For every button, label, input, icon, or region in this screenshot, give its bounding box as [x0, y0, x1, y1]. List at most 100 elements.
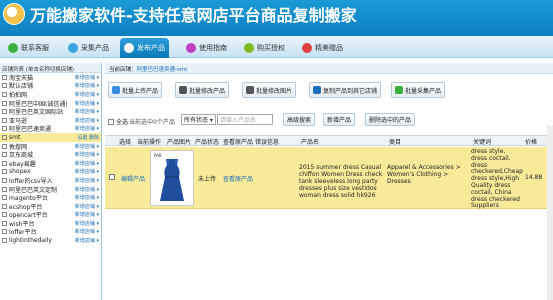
store-actions[interactable]: 新增店铺 ▾ [75, 151, 99, 158]
vertical-scrollbar[interactable] [547, 125, 553, 300]
store-actions[interactable]: 新增店铺 ▾ [75, 194, 99, 201]
copy-to-store-button[interactable]: 复制产品到其它店铺 [309, 82, 382, 98]
tab-collect-products[interactable]: 采集产品 [64, 38, 113, 57]
batch-edit-images-button[interactable]: 批量修改图片 [242, 82, 297, 98]
store-actions[interactable]: 新增店铺 ▾ [75, 220, 99, 227]
view-original-link[interactable]: 查看原产品 [223, 174, 253, 183]
select-all-checkbox[interactable] [108, 118, 114, 125]
store-name: ebay易趣 [9, 160, 36, 168]
store-actions[interactable]: 新增店铺 ▾ [75, 108, 99, 115]
store-item[interactable]: 阿里巴巴英文定制 新增店铺 ▾ [0, 185, 101, 194]
store-actions[interactable]: 新增店铺 ▾ [75, 82, 99, 89]
store-checkbox[interactable] [2, 117, 7, 123]
store-checkbox[interactable] [2, 91, 7, 97]
selected-count: 当前选中0个产品 [129, 119, 175, 126]
store-item[interactable]: loffer平台 新增店铺 ▾ [0, 228, 101, 236]
store-actions[interactable]: 新增店铺 ▾ [75, 237, 99, 244]
store-checkbox[interactable] [2, 109, 7, 115]
store-actions[interactable]: 新增店铺 ▾ [75, 177, 99, 184]
store-checkbox[interactable] [2, 186, 7, 192]
store-item[interactable]: wish平台 新增店铺 ▾ [0, 219, 101, 228]
store-item[interactable]: 亚马逊 新增店铺 ▾ [0, 116, 101, 125]
store-item[interactable]: 阿里巴巴中国(诚信通) 新增店铺 ▾ [0, 99, 101, 108]
store-actions[interactable]: 新增店铺 ▾ [75, 211, 99, 218]
product-name: 2015 summer dress Casual chiffon Women D… [299, 164, 383, 199]
store-checkbox[interactable] [2, 212, 7, 218]
store-checkbox[interactable] [2, 220, 7, 226]
store-checkbox[interactable] [2, 100, 7, 106]
store-checkbox[interactable] [2, 74, 7, 80]
store-item[interactable]: smt 设置 删除 [0, 133, 101, 142]
col-operation: 当前操作 [137, 139, 162, 146]
store-item[interactable]: 默认店铺 新增店铺 ▾ [0, 82, 101, 90]
buy-icon [244, 42, 254, 53]
store-checkbox[interactable] [2, 203, 7, 209]
store-actions[interactable]: 新增店铺 ▾ [75, 186, 99, 193]
tab-buy-license[interactable]: 购买授权 [240, 38, 289, 57]
batch-edit-products-button[interactable]: 批量修改产品 [175, 82, 230, 98]
store-item[interactable]: magento平台 新增店铺 ▾ [0, 193, 101, 202]
store-checkbox[interactable] [2, 134, 7, 140]
product-search-input[interactable]: 请输入产品名 [217, 114, 273, 125]
store-checkbox[interactable] [2, 177, 7, 183]
store-checkbox[interactable] [2, 229, 7, 235]
store-item[interactable]: loffer的csv导入 新增店铺 ▾ [0, 176, 101, 185]
tab-user-guide[interactable]: 使用指南 [182, 38, 231, 57]
store-item[interactable]: 京东商城 新增店铺 ▾ [0, 150, 101, 159]
store-name: shopex [9, 168, 31, 176]
sidebar-header: 店铺列表 (单击名称切换店铺) [0, 63, 101, 73]
store-checkbox[interactable] [2, 126, 7, 132]
status-select[interactable]: 所有状态 ▾ [181, 114, 216, 125]
store-checkbox[interactable] [2, 83, 7, 89]
table-row[interactable]: 编辑产品 PAB 未上传 查看原产品 2015 summer dress Cas… [105, 147, 553, 209]
store-item[interactable]: ebay易趣 新增店铺 ▾ [0, 159, 101, 168]
store-actions[interactable]: 新增店铺 ▾ [75, 168, 99, 175]
row-checkbox[interactable] [109, 174, 115, 180]
product-category: Apparel & Accessories > Women's Clothing… [387, 164, 461, 185]
store-actions[interactable]: 新增店铺 ▾ [75, 228, 99, 235]
publish-icon [124, 43, 134, 53]
store-actions[interactable]: 设置 删除 [77, 134, 99, 141]
store-item[interactable]: 淘宝天猫 新增店铺 ▾ [0, 73, 101, 82]
edit-product-link[interactable]: 编辑产品 [121, 174, 145, 183]
new-product-button[interactable]: 新增产品 [323, 113, 356, 126]
col-keywords: 关键词 [473, 139, 492, 146]
tab-gifts[interactable]: 精美赠品 [298, 38, 347, 57]
store-checkbox[interactable] [2, 169, 7, 175]
store-item[interactable]: 阿里巴巴速卖通 新增店铺 ▾ [0, 125, 101, 134]
store-actions[interactable]: 新增店铺 ▾ [75, 203, 99, 210]
store-item[interactable]: lightinthedaily 新增店铺 ▾ [0, 236, 101, 245]
store-actions[interactable]: 新增店铺 ▾ [75, 160, 99, 167]
product-keywords: dress style, dress coctail, dress checke… [471, 148, 523, 210]
table-header: 选择 当前操作 产品图片 产品状态 查看原产品 错误信息 产品名 类目 关键词 … [105, 135, 553, 146]
store-item[interactable]: 阿里巴巴英文国际站 新增店铺 ▾ [0, 107, 101, 116]
store-actions[interactable]: 新增店铺 ▾ [75, 74, 99, 81]
store-name: 阿里巴巴速卖通 [9, 126, 52, 134]
store-actions[interactable]: 新增店铺 ▾ [75, 100, 99, 107]
svg-text:PAB: PAB [154, 153, 162, 158]
store-checkbox[interactable] [2, 152, 7, 158]
store-name: smt [9, 133, 21, 141]
batch-upload-button[interactable]: 批量上传产品 [108, 82, 163, 98]
delete-selected-button[interactable]: 删除选中的产品 [365, 113, 416, 126]
select-all[interactable]: 全选 [108, 117, 128, 126]
advanced-search-button[interactable]: 高级搜索 [283, 113, 316, 126]
store-item[interactable]: 敦煌网 新增店铺 ▾ [0, 142, 101, 151]
tab-contact-service[interactable]: 联系客服 [4, 38, 53, 57]
store-item[interactable]: opencart平台 新增店铺 ▾ [0, 211, 101, 219]
store-actions[interactable]: 新增店铺 ▾ [75, 125, 99, 132]
tab-publish-products[interactable]: 发布产品 [120, 38, 169, 58]
col-view-original: 查看原产品 [223, 139, 254, 146]
store-checkbox[interactable] [2, 143, 7, 149]
store-actions[interactable]: 新增店铺 ▾ [75, 91, 99, 98]
store-actions[interactable]: 新增店铺 ▾ [75, 143, 99, 150]
store-actions[interactable]: 新增店铺 ▾ [75, 117, 99, 124]
store-checkbox[interactable] [2, 195, 7, 201]
store-checkbox[interactable] [2, 238, 7, 244]
store-list: 淘宝天猫 新增店铺 ▾ 默认店铺 新增店铺 ▾ 拍拍网 新增店铺 ▾ 阿里巴巴中国(诚信通)… [0, 73, 101, 245]
store-item[interactable]: 拍拍网 新增店铺 ▾ [0, 90, 101, 99]
store-checkbox[interactable] [2, 160, 7, 166]
store-item[interactable]: ecshop平台 新增店铺 ▾ [0, 202, 101, 211]
batch-collect-button[interactable]: 批量采集产品 [391, 82, 446, 98]
store-item[interactable]: shopex 新增店铺 ▾ [0, 168, 101, 177]
